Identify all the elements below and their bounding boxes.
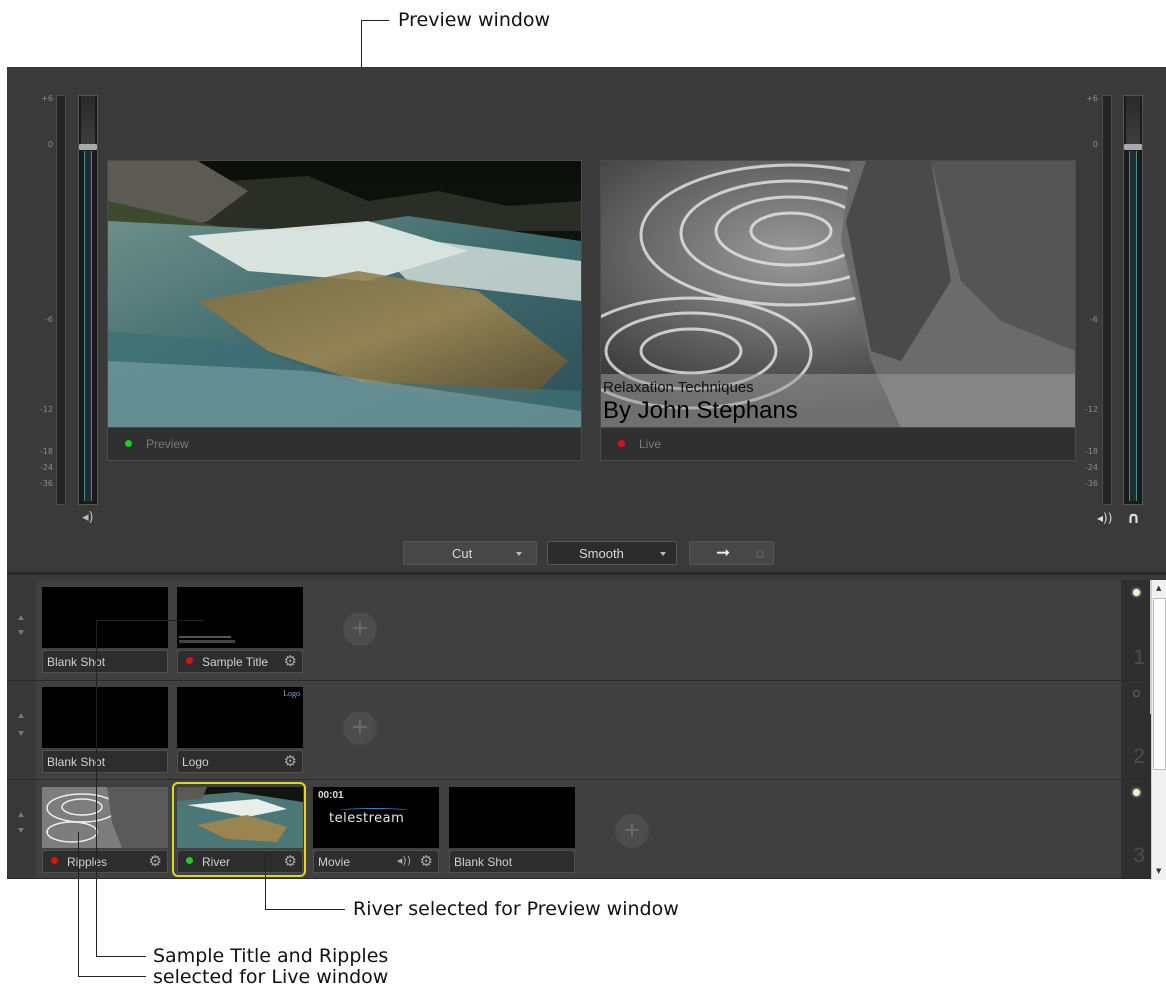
layer-row-2: Blank Shot Logo Logo ⚙ + 2 bbox=[7, 681, 1151, 780]
right-vu-fader[interactable] bbox=[1123, 95, 1143, 505]
preview-label: Preview bbox=[146, 437, 189, 451]
scrollbar-track[interactable]: ▲ ▼ bbox=[1151, 580, 1166, 880]
callout-line bbox=[96, 620, 203, 621]
gear-icon[interactable]: ⚙ bbox=[284, 653, 297, 669]
layer-active-dot[interactable] bbox=[1133, 589, 1140, 596]
live-title-line2: By John Stephans bbox=[603, 397, 798, 424]
preview-status-dot bbox=[125, 440, 132, 447]
add-shot-button[interactable]: + bbox=[615, 814, 649, 848]
live-status-dot bbox=[186, 657, 193, 664]
indicator-dot bbox=[756, 550, 764, 558]
add-shot-button[interactable]: + bbox=[343, 711, 377, 745]
gear-icon[interactable]: ⚙ bbox=[284, 753, 297, 769]
layer-inactive-dot[interactable] bbox=[1133, 690, 1140, 697]
live-status-dot bbox=[51, 857, 58, 864]
chevron-down-icon bbox=[660, 552, 666, 556]
scroll-up-icon[interactable]: ▲ bbox=[1156, 584, 1161, 592]
mute-speaker-icon[interactable]: ◂) bbox=[82, 510, 94, 525]
gear-icon[interactable]: ⚙ bbox=[149, 853, 162, 869]
chevron-down-icon bbox=[516, 552, 522, 556]
smooth-transition-dropdown[interactable]: Smooth bbox=[547, 541, 677, 565]
cut-transition-dropdown[interactable]: Cut bbox=[403, 541, 537, 565]
layer-row-3: Ripples ⚙ River ⚙ 00:01 telestream Movie… bbox=[7, 780, 1151, 879]
live-monitor[interactable]: Relaxation Techniques By John Stephans L… bbox=[600, 160, 1076, 461]
move-up-icon[interactable] bbox=[18, 615, 24, 620]
live-video: Relaxation Techniques By John Stephans bbox=[601, 161, 1075, 428]
right-fader-knob[interactable] bbox=[1124, 144, 1142, 150]
callout-line bbox=[96, 620, 97, 956]
callout-line bbox=[96, 956, 146, 957]
scroll-down-icon[interactable]: ▼ bbox=[1156, 867, 1161, 875]
speaker-icon[interactable]: ◂)) bbox=[1097, 511, 1112, 525]
move-up-icon[interactable] bbox=[18, 812, 24, 817]
gear-icon[interactable]: ⚙ bbox=[420, 853, 433, 869]
preview-video bbox=[108, 161, 581, 428]
preview-monitor[interactable]: Preview bbox=[107, 160, 582, 461]
take-button[interactable]: ➞ bbox=[689, 541, 774, 565]
add-shot-button[interactable]: + bbox=[343, 612, 377, 646]
movie-timecode: 00:01 bbox=[318, 790, 344, 801]
callout-line bbox=[78, 976, 146, 977]
right-vu-track bbox=[1102, 95, 1112, 505]
preview-window-callout: Preview window bbox=[398, 9, 551, 31]
sample-title-callout-line1: Sample Title and Ripples bbox=[153, 945, 389, 967]
live-status-dot bbox=[618, 440, 625, 447]
layer-active-dot[interactable] bbox=[1133, 789, 1140, 796]
move-down-icon[interactable] bbox=[18, 630, 24, 635]
scrollbar-thumb[interactable] bbox=[1153, 598, 1166, 770]
move-down-icon[interactable] bbox=[18, 731, 24, 736]
headphones-icon[interactable]: ∩ bbox=[1127, 508, 1140, 527]
preview-status-dot bbox=[186, 857, 193, 864]
arrow-right-icon: ➞ bbox=[716, 543, 731, 562]
callout-line bbox=[361, 20, 389, 21]
logo-thumb-text: Logo bbox=[283, 689, 300, 698]
move-down-icon[interactable] bbox=[18, 828, 24, 833]
audio-speaker-icon[interactable]: ◂)) bbox=[397, 854, 411, 867]
river-callout: River selected for Preview window bbox=[353, 898, 679, 920]
layer-row-1: Blank Shot Sample Title ⚙ + 1 bbox=[7, 580, 1151, 681]
callout-line bbox=[78, 832, 79, 976]
left-vu-track bbox=[56, 95, 66, 505]
live-label: Live bbox=[639, 437, 662, 451]
callout-line bbox=[265, 853, 266, 909]
gear-icon[interactable]: ⚙ bbox=[284, 853, 297, 869]
left-vu-fader[interactable] bbox=[78, 95, 98, 505]
telestream-logo: telestream bbox=[329, 811, 405, 826]
sample-title-callout-line2: selected for Live window bbox=[153, 966, 389, 988]
move-up-icon[interactable] bbox=[18, 713, 24, 718]
live-title-line1: Relaxation Techniques bbox=[603, 379, 754, 396]
callout-line bbox=[265, 909, 345, 910]
left-fader-knob[interactable] bbox=[79, 144, 97, 150]
